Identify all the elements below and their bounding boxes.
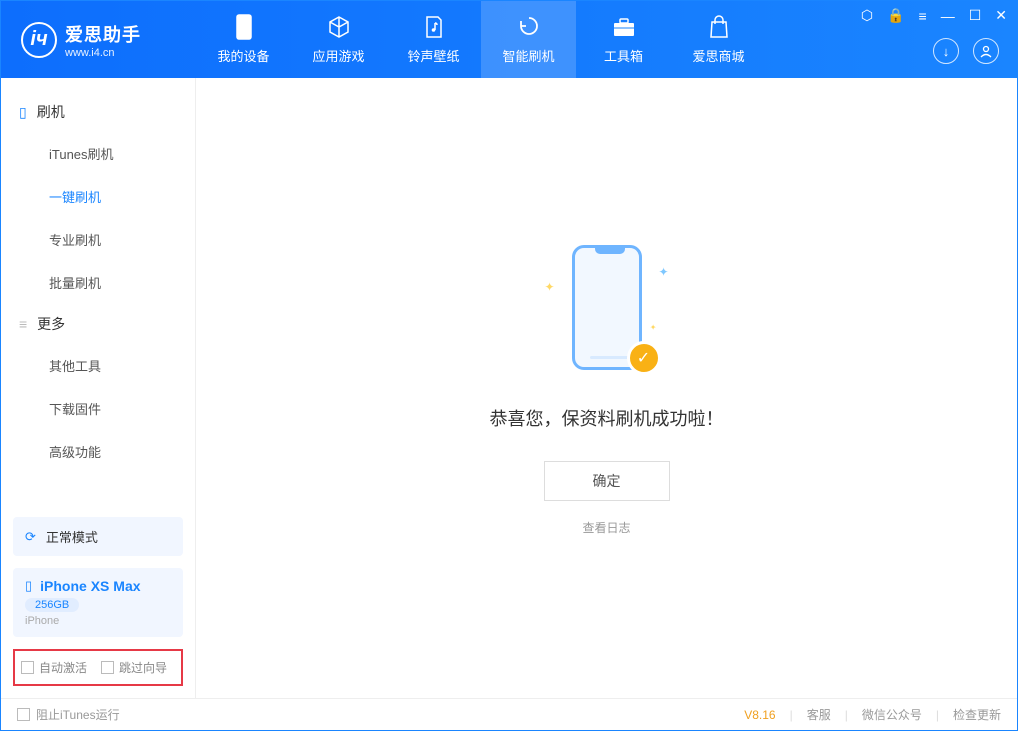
statusbar-right: V8.16 | 客服 | 微信公众号 | 检查更新 — [744, 706, 1001, 723]
checkbox-icon — [17, 708, 30, 721]
sidebar-item-download-firmware[interactable]: 下载固件 — [1, 387, 195, 430]
toolbox-icon — [611, 14, 637, 40]
ok-button[interactable]: 确定 — [544, 461, 670, 501]
group-title: 刷机 — [37, 102, 65, 122]
shirt-icon[interactable]: ⬡ — [861, 7, 873, 24]
tab-apps-games[interactable]: 应用游戏 — [291, 1, 386, 78]
version-label: V8.16 — [744, 708, 775, 722]
checkbox-label: 自动激活 — [39, 659, 87, 676]
support-link[interactable]: 客服 — [807, 706, 831, 723]
tab-toolbox[interactable]: 工具箱 — [576, 1, 671, 78]
check-update-link[interactable]: 检查更新 — [953, 706, 1001, 723]
sparkle-icon: ✦ — [545, 280, 555, 294]
sidebar-item-other-tools[interactable]: 其他工具 — [1, 344, 195, 387]
main-content: ✦ ✦ ✦ ✓ 恭喜您，保资料刷机成功啦！ 确定 查看日志 — [196, 78, 1017, 698]
device-card[interactable]: ▯ iPhone XS Max 256GB iPhone — [13, 568, 183, 637]
app-window: iч 爱思助手 www.i4.cn 我的设备 应用游戏 铃声壁纸 智能刷机 — [0, 0, 1018, 731]
app-url: www.i4.cn — [65, 47, 141, 59]
success-illustration: ✦ ✦ ✦ ✓ — [517, 240, 697, 380]
music-file-icon — [421, 14, 447, 40]
tab-label: 铃声壁纸 — [407, 46, 459, 65]
header: iч 爱思助手 www.i4.cn 我的设备 应用游戏 铃声壁纸 智能刷机 — [1, 1, 1017, 78]
refresh-shield-icon — [516, 14, 542, 40]
sidebar-group-flash: ▯ 刷机 — [1, 92, 195, 132]
sidebar-item-advanced[interactable]: 高级功能 — [1, 430, 195, 473]
nav-tabs: 我的设备 应用游戏 铃声壁纸 智能刷机 工具箱 爱思商城 — [196, 1, 766, 78]
tab-label: 应用游戏 — [312, 46, 364, 65]
logo-area: iч 爱思助手 www.i4.cn — [1, 21, 196, 59]
checkbox-label: 跳过向导 — [119, 659, 167, 676]
statusbar: 阻止iTunes运行 V8.16 | 客服 | 微信公众号 | 检查更新 — [1, 698, 1017, 730]
sidebar-item-itunes-flash[interactable]: iTunes刷机 — [1, 132, 195, 175]
header-actions: ↓ — [933, 38, 999, 64]
check-badge-icon: ✓ — [627, 341, 661, 375]
checkbox-block-itunes[interactable]: 阻止iTunes运行 — [17, 706, 120, 723]
user-button[interactable] — [973, 38, 999, 64]
checkbox-label: 阻止iTunes运行 — [36, 706, 120, 723]
tab-label: 工具箱 — [604, 46, 643, 65]
tab-label: 我的设备 — [217, 46, 269, 65]
wechat-link[interactable]: 微信公众号 — [862, 706, 922, 723]
refresh-icon: ⟳ — [25, 529, 36, 545]
sparkle-icon: ✦ — [650, 323, 657, 332]
tab-my-device[interactable]: 我的设备 — [196, 1, 291, 78]
maximize-icon[interactable]: ☐ — [969, 7, 982, 24]
app-title: 爱思助手 — [65, 21, 141, 47]
sidebar-item-batch-flash[interactable]: 批量刷机 — [1, 261, 195, 304]
tab-label: 智能刷机 — [502, 46, 554, 65]
close-icon[interactable]: ✕ — [995, 7, 1007, 24]
phone-icon — [231, 14, 257, 40]
view-log-link[interactable]: 查看日志 — [582, 519, 630, 536]
body: ▯ 刷机 iTunes刷机 一键刷机 专业刷机 批量刷机 ≡ 更多 其他工具 下… — [1, 78, 1017, 698]
logo-icon: iч — [21, 22, 57, 58]
device-type: iPhone — [25, 615, 171, 627]
mode-label: 正常模式 — [46, 527, 98, 546]
menu-icon[interactable]: ≡ — [919, 8, 927, 24]
bag-icon — [706, 14, 732, 40]
group-title: 更多 — [37, 314, 65, 334]
tab-store[interactable]: 爱思商城 — [671, 1, 766, 78]
download-button[interactable]: ↓ — [933, 38, 959, 64]
device-name: iPhone XS Max — [40, 578, 140, 594]
tab-ringtone-wallpaper[interactable]: 铃声壁纸 — [386, 1, 481, 78]
cube-icon — [326, 14, 352, 40]
success-message: 恭喜您，保资料刷机成功啦！ — [490, 405, 724, 431]
sparkle-icon: ✦ — [658, 265, 668, 279]
tab-smart-flash[interactable]: 智能刷机 — [481, 1, 576, 78]
logo-text: 爱思助手 www.i4.cn — [65, 21, 141, 59]
sidebar: ▯ 刷机 iTunes刷机 一键刷机 专业刷机 批量刷机 ≡ 更多 其他工具 下… — [1, 78, 196, 698]
tab-label: 爱思商城 — [692, 46, 744, 65]
sidebar-item-pro-flash[interactable]: 专业刷机 — [1, 218, 195, 261]
list-icon: ≡ — [19, 316, 27, 332]
minimize-icon[interactable]: — — [941, 8, 955, 24]
lock-icon[interactable]: 🔒 — [887, 7, 904, 24]
device-icon: ▯ — [25, 578, 32, 594]
sidebar-group-more: ≡ 更多 — [1, 304, 195, 344]
phone-small-icon: ▯ — [19, 104, 27, 121]
sidebar-item-oneclick-flash[interactable]: 一键刷机 — [1, 175, 195, 218]
checkbox-icon — [21, 661, 34, 674]
mode-card[interactable]: ⟳ 正常模式 — [13, 517, 183, 556]
device-capacity: 256GB — [25, 598, 79, 612]
options-highlight-box: 自动激活 跳过向导 — [13, 649, 183, 686]
checkbox-icon — [101, 661, 114, 674]
checkbox-skip-guide[interactable]: 跳过向导 — [101, 659, 167, 676]
checkbox-auto-activate[interactable]: 自动激活 — [21, 659, 87, 676]
window-controls: ⬡ 🔒 ≡ — ☐ ✕ — [861, 7, 1007, 24]
